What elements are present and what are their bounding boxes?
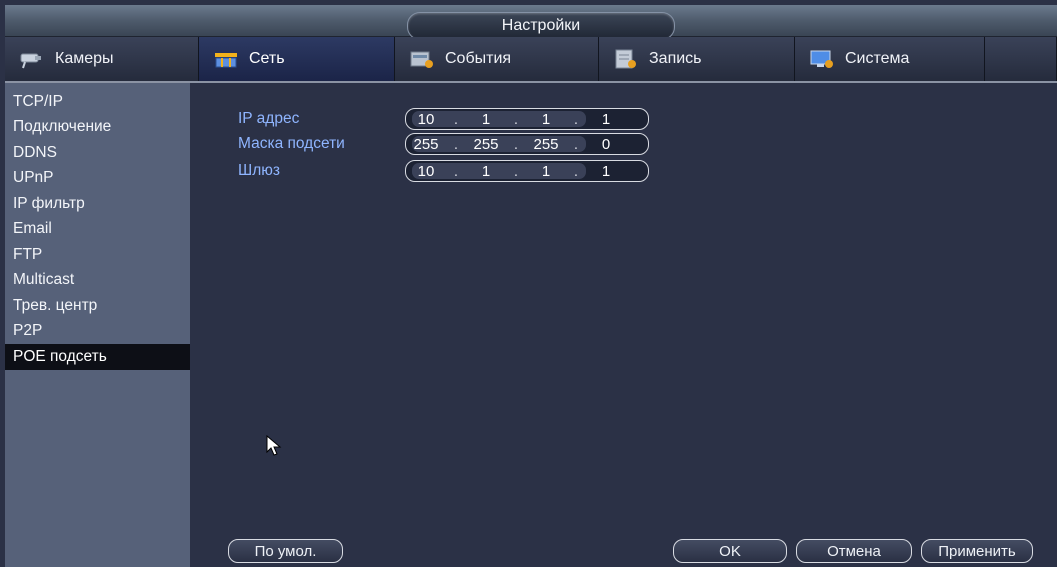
sidebar-item-upnp[interactable]: UPnP [5, 166, 190, 192]
ip-octet[interactable]: 10 [406, 111, 446, 128]
mask-octet[interactable]: 255 [526, 136, 566, 153]
tab-system[interactable]: Система [795, 37, 985, 81]
sidebar-item-multicast[interactable]: Multicast [5, 268, 190, 294]
window-title: Настройки [407, 12, 675, 40]
tab-label: События [445, 50, 512, 67]
apply-button[interactable]: Применить [921, 539, 1033, 563]
gateway-input[interactable]: 10 . 1 . 1 . 1 [405, 160, 649, 182]
gateway-label: Шлюз [238, 162, 280, 179]
sidebar-item-connection[interactable]: Подключение [5, 115, 190, 141]
default-button[interactable]: По умол. [228, 539, 343, 563]
events-icon [410, 51, 433, 68]
main-panel: IP адрес 10 . 1 . 1 . 1 Маска подсети 25… [190, 83, 1057, 567]
gateway-octet[interactable]: 1 [466, 163, 506, 180]
sidebar-item-poe-subnet[interactable]: POE подсеть [5, 344, 190, 370]
ok-button[interactable]: OK [673, 539, 787, 563]
ip-octet[interactable]: 1 [586, 111, 626, 128]
sidebar: TCP/IP Подключение DDNS UPnP IP фильтр E… [5, 83, 190, 567]
mask-row: Маска подсети 255 . 255 . 255 . 0 [238, 133, 649, 155]
tab-label: Запись [649, 50, 702, 67]
sidebar-item-ddns[interactable]: DDNS [5, 140, 190, 166]
sidebar-item-p2p[interactable]: P2P [5, 319, 190, 345]
title-bar: Настройки [5, 5, 1057, 40]
tab-label: Камеры [55, 50, 114, 67]
sidebar-item-ip-filter[interactable]: IP фильтр [5, 191, 190, 217]
tab-label: Система [845, 50, 910, 67]
record-icon [615, 49, 636, 69]
ip-row: IP адрес 10 . 1 . 1 . 1 [238, 108, 649, 130]
tab-network[interactable]: Сеть [199, 37, 395, 81]
gateway-octet[interactable]: 1 [526, 163, 566, 180]
mask-label: Маска подсети [238, 135, 345, 152]
ip-octet[interactable]: 1 [526, 111, 566, 128]
mouse-cursor-icon [266, 435, 282, 456]
sidebar-item-alarm-center[interactable]: Трев. центр [5, 293, 190, 319]
ip-label: IP адрес [238, 110, 300, 127]
gateway-octet[interactable]: 10 [406, 163, 446, 180]
sidebar-item-tcpip[interactable]: TCP/IP [5, 89, 190, 115]
tab-record[interactable]: Запись [599, 37, 795, 81]
sidebar-item-ftp[interactable]: FTP [5, 242, 190, 268]
system-icon [810, 50, 833, 68]
mask-octet[interactable]: 255 [406, 136, 446, 153]
cancel-button[interactable]: Отмена [796, 539, 912, 563]
mask-octet[interactable]: 255 [466, 136, 506, 153]
gateway-row: Шлюз 10 . 1 . 1 . 1 [238, 160, 649, 182]
tab-bar: Камеры Сеть События Запись Система [5, 37, 1057, 83]
tab-cameras[interactable]: Камеры [5, 37, 199, 81]
subnet-mask-input[interactable]: 255 . 255 . 255 . 0 [405, 133, 649, 155]
tab-bar-filler [985, 37, 1057, 81]
tab-events[interactable]: События [395, 37, 599, 81]
ip-address-input[interactable]: 10 . 1 . 1 . 1 [405, 108, 649, 130]
mask-octet[interactable]: 0 [586, 136, 626, 153]
ip-octet[interactable]: 1 [466, 111, 506, 128]
gateway-octet[interactable]: 1 [586, 163, 626, 180]
sidebar-item-email[interactable]: Email [5, 217, 190, 243]
network-icon [215, 53, 237, 68]
camera-icon [20, 53, 41, 69]
tab-label: Сеть [249, 50, 285, 67]
